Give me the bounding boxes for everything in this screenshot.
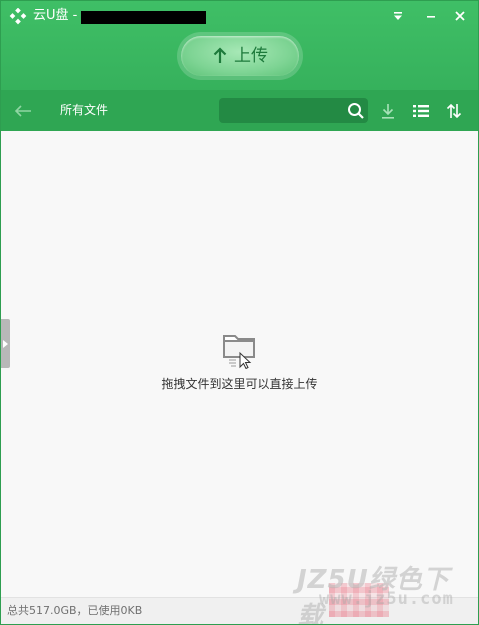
sort-icon [446,103,462,119]
empty-hint-text: 拖拽文件到这里可以直接上传 [161,377,318,391]
folder-drop-icon [222,335,255,369]
empty-state: 拖拽文件到这里可以直接上传 [1,329,478,392]
menu-dropdown-button[interactable] [387,5,409,27]
storage-usage: 总共517.0GB，已使用0KB [7,604,143,617]
minimize-icon [427,16,435,18]
minimize-button[interactable] [420,5,442,27]
sort-button[interactable] [443,100,465,122]
window-header: 云U盘 - 上传 [1,1,478,90]
close-button[interactable] [449,5,471,27]
app-logo-icon [9,8,27,25]
title-bar[interactable]: 云U盘 - [1,1,478,31]
account-name [81,11,206,24]
upload-label: 上传 [234,46,268,66]
window-title: 云U盘 - [33,8,78,23]
close-icon [455,11,465,21]
arrow-up-icon [213,47,227,63]
list-view-button[interactable] [410,100,432,122]
list-view-icon [413,105,429,117]
upload-button[interactable]: 上传 [181,36,299,76]
download-icon [382,104,394,119]
cloud-disk-window: 云U盘 - 上传 所有文件 拖拽文件到这里可以直接上传 总共517.0GB，已使… [0,0,479,625]
search-box[interactable] [219,98,368,123]
search-icon[interactable] [347,102,365,120]
search-input[interactable] [225,102,345,119]
download-button[interactable] [377,100,399,122]
back-button[interactable] [12,100,34,122]
chevron-down-icon [394,12,402,20]
back-arrow-icon [14,105,31,117]
toolbar: 所有文件 [1,90,478,131]
breadcrumb[interactable]: 所有文件 [60,102,108,118]
file-area[interactable]: 拖拽文件到这里可以直接上传 [1,131,478,597]
status-bar: 总共517.0GB，已使用0KB [1,597,478,624]
